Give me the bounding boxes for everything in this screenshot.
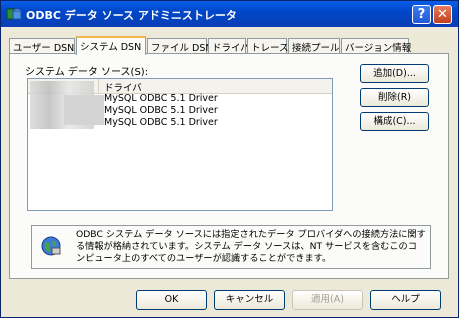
add-button[interactable]: 追加(D)... (360, 64, 429, 83)
list-item[interactable]: MySQL ODBC 5.1 Driver (104, 105, 218, 116)
info-box: ODBC システム データ ソースには指定されたデータ プロバイダへの接続方法に… (31, 225, 431, 269)
window-title: ODBC データ ソース アドミニストレータ (26, 9, 237, 22)
apply-button[interactable]: 適用(A) (292, 290, 363, 310)
tab-tracing[interactable]: トレース (247, 38, 289, 54)
list-item[interactable]: MySQL ODBC 5.1 Driver (104, 117, 218, 128)
system-data-sources-list[interactable]: ドライバ MySQL ODBC 5.1 Driver MySQL ODBC 5.… (27, 78, 333, 211)
column-header-driver[interactable]: ドライバ (104, 80, 142, 94)
help-button[interactable]: ヘルプ (370, 290, 441, 310)
tab-connection-pooling[interactable]: 接続プール (288, 38, 340, 54)
list-item[interactable]: MySQL ODBC 5.1 Driver (104, 93, 218, 104)
globe-network-icon (41, 236, 61, 256)
tab-file-dsn[interactable]: ファイル DSN (147, 38, 212, 54)
info-text: ODBC システム データ ソースには指定されたデータ プロバイダへの接続方法に… (76, 229, 426, 264)
help-title-button[interactable]: ? (412, 5, 431, 24)
tab-about[interactable]: バージョン情報 (341, 38, 411, 54)
tab-user-dsn[interactable]: ユーザー DSN (9, 38, 75, 54)
odbc-admin-window: ODBC データ ソース アドミニストレータ ? ✕ ユーザー DSN システム… (0, 0, 459, 318)
cancel-button[interactable]: キャンセル (214, 290, 285, 310)
remove-button[interactable]: 削除(R) (360, 88, 429, 107)
system-data-sources-label: システム データ ソース(S): (25, 67, 149, 78)
odbc-app-icon (6, 8, 22, 20)
title-bar[interactable]: ODBC データ ソース アドミニストレータ ? ✕ (1, 1, 458, 27)
configure-button[interactable]: 構成(C)... (360, 112, 429, 131)
close-button[interactable]: ✕ (433, 5, 452, 24)
tab-system-dsn[interactable]: システム DSN (76, 36, 146, 55)
redacted-names-2 (64, 95, 104, 125)
tab-drivers[interactable]: ドライバ (208, 38, 250, 54)
ok-button[interactable]: OK (136, 290, 207, 310)
